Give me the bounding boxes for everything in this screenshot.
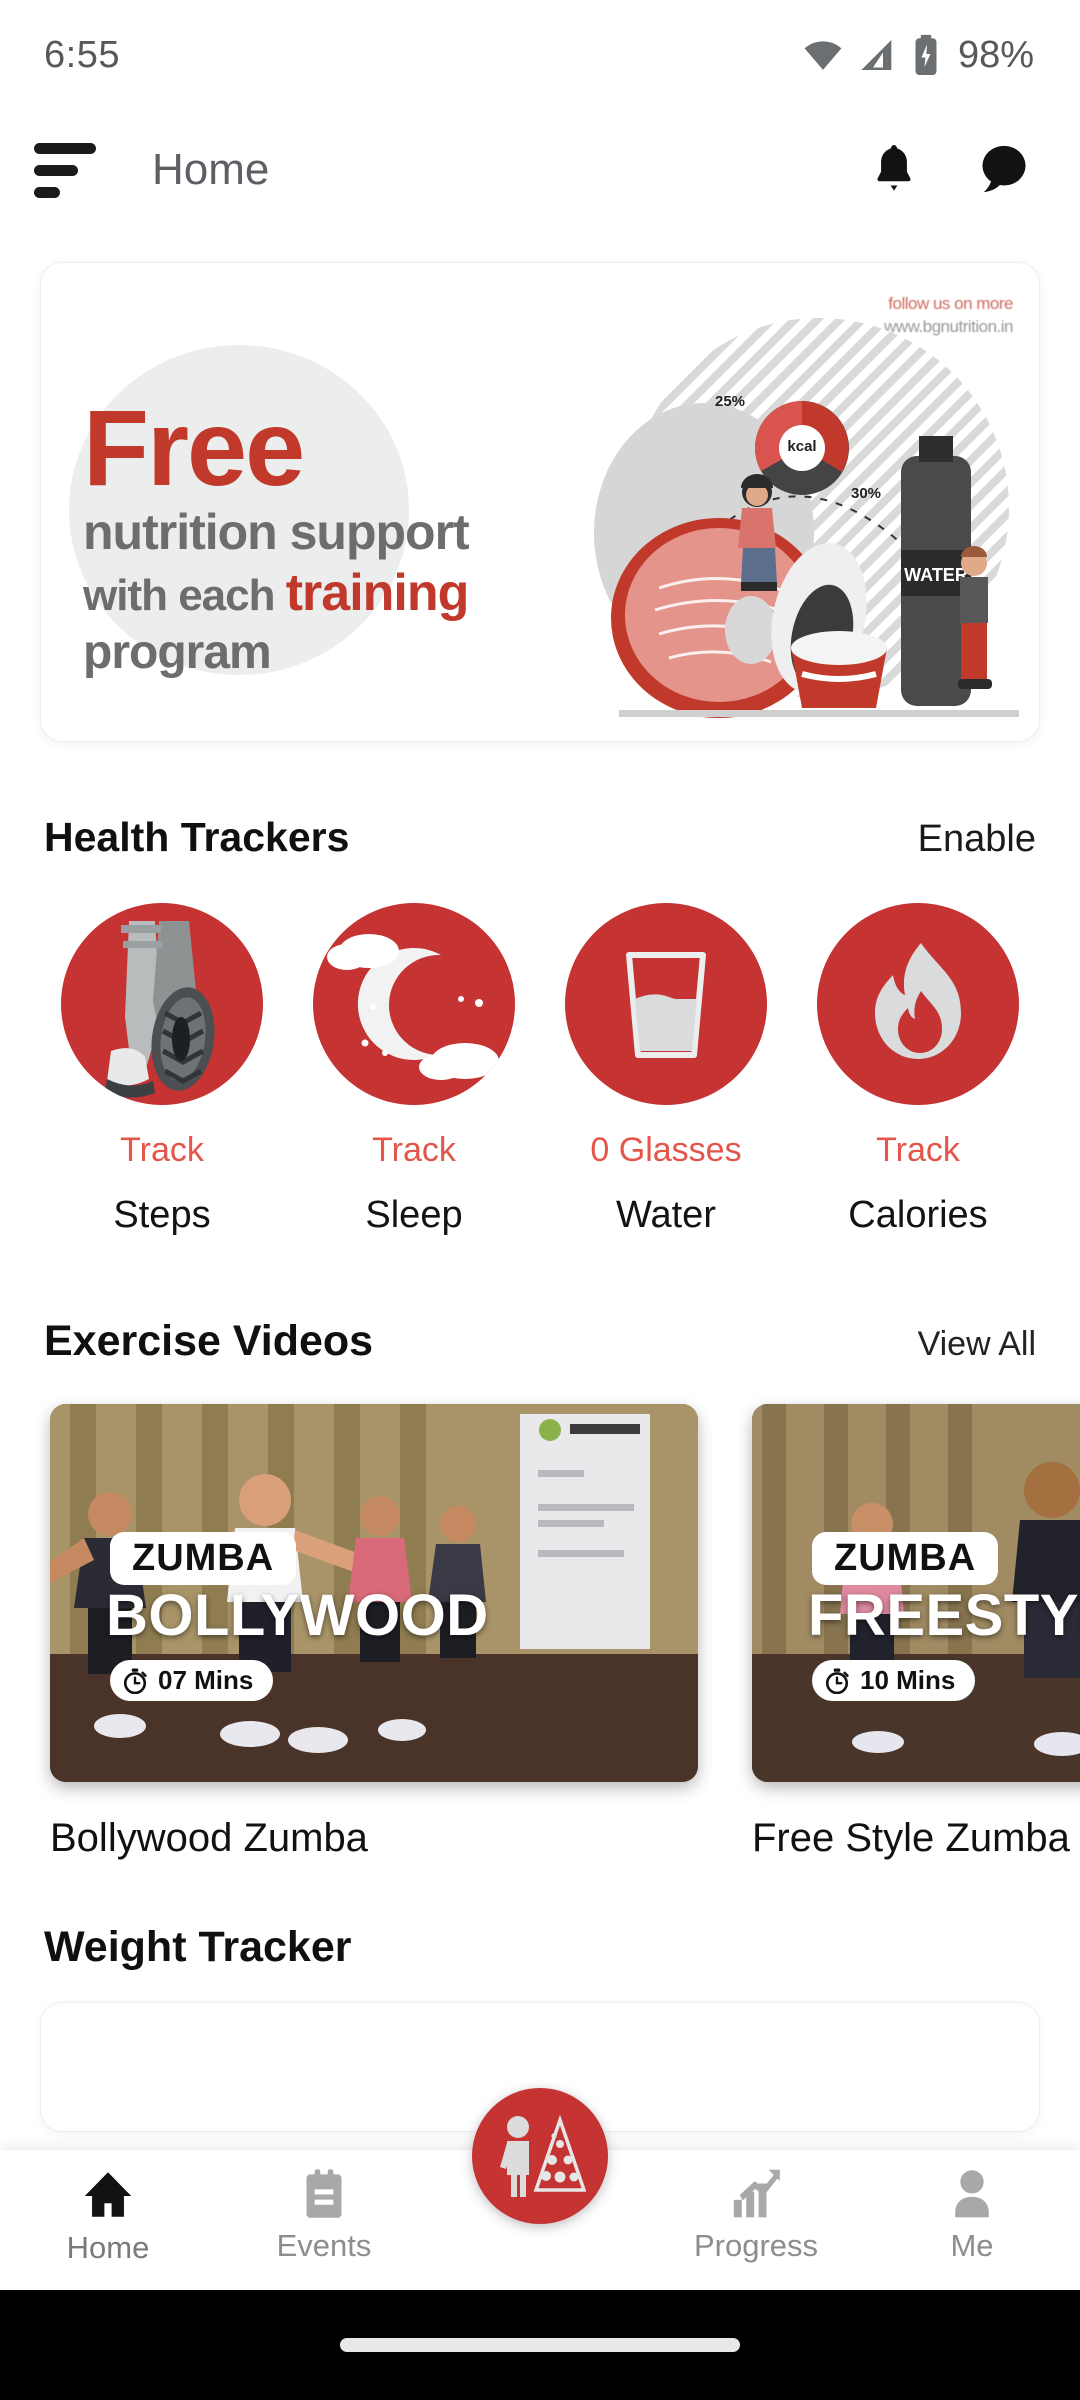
tracker-steps[interactable]: Track Steps — [36, 903, 288, 1237]
water-glass-icon — [565, 903, 767, 1105]
nav-label-progress: Progress — [693, 2228, 819, 2263]
video-thumbnail[interactable]: ZUMBA BOLLYWOOD 07 Mins — [50, 1404, 698, 1782]
video-overlay-title: BOLLYWOOD — [106, 1583, 489, 1648]
banner-line4: program — [83, 626, 272, 680]
tracker-value: Track — [876, 1131, 960, 1169]
video-card-bollywood-zumba[interactable]: ZUMBA BOLLYWOOD 07 Mins Bollywood Zumba — [50, 1404, 698, 1861]
banner-text-block: Free nutrition support with each trainin… — [83, 387, 563, 680]
hamburger-menu-icon[interactable] — [34, 135, 96, 206]
health-trackers-title: Health Trackers — [44, 814, 350, 860]
nutrition-pyramid-icon[interactable] — [472, 2088, 608, 2224]
banner-headline: Free — [83, 387, 305, 508]
nav-item-me[interactable]: Me — [864, 2150, 1080, 2264]
exercise-videos-list: ZUMBA BOLLYWOOD 07 Mins Bollywood Zumba — [0, 1404, 1080, 1861]
page-title: Home — [152, 145, 270, 194]
app-bar: Home — [0, 110, 1080, 230]
video-duration: 07 Mins — [110, 1660, 274, 1701]
promo-banner-container: follow us on more www.bgnutrition.in kca… — [0, 230, 1080, 742]
weight-tracker-header: Weight Tracker — [0, 1923, 1080, 1972]
status-time: 6:55 — [44, 33, 120, 76]
signal-icon — [858, 35, 898, 75]
video-duration: 10 Mins — [812, 1660, 976, 1701]
video-caption: Bollywood Zumba — [50, 1816, 368, 1860]
flame-icon — [817, 903, 1019, 1105]
weight-tracker-title: Weight Tracker — [44, 1923, 352, 1971]
gesture-pill[interactable] — [340, 2338, 740, 2352]
bell-icon[interactable] — [864, 140, 924, 200]
tracker-label: Steps — [113, 1194, 211, 1236]
svg-text:30%: 30% — [851, 485, 881, 502]
wifi-icon — [802, 34, 844, 76]
tracker-value: Track — [372, 1131, 456, 1169]
svg-text:kcal: kcal — [787, 438, 816, 455]
health-trackers-header: Health Trackers Enable — [0, 814, 1080, 861]
tracker-value: 0 Glasses — [590, 1131, 742, 1169]
video-caption: Free Style Zumba — [752, 1816, 1070, 1860]
video-duration-text: 10 Mins — [860, 1665, 956, 1695]
promo-banner[interactable]: follow us on more www.bgnutrition.in kca… — [40, 262, 1040, 742]
nav-item-home[interactable]: Home — [0, 2150, 216, 2266]
nav-label-events: Events — [276, 2228, 372, 2263]
chat-bubble-icon[interactable] — [974, 140, 1034, 200]
svg-text:25%: 25% — [715, 393, 745, 410]
video-badge: ZUMBA — [110, 1532, 297, 1585]
app-bar-actions — [864, 140, 1034, 200]
banner-line2: nutrition support — [83, 504, 470, 561]
video-card-free-style-zumba[interactable]: ZUMBA FREESTYLE 10 Mins Free Style Zumba — [752, 1404, 1080, 1861]
stopwatch-icon — [825, 1668, 849, 1694]
stopwatch-icon — [123, 1668, 147, 1694]
tracker-water[interactable]: 0 Glasses Water — [540, 903, 792, 1237]
tracker-label: Calories — [848, 1194, 988, 1236]
nav-item-events[interactable]: Events — [216, 2150, 432, 2264]
events-icon — [306, 2169, 342, 2218]
view-all-videos-button[interactable]: View All — [918, 1325, 1036, 1364]
status-bar: 6:55 98% — [0, 0, 1080, 110]
video-overlay-title: FREESTYLE — [808, 1583, 1080, 1648]
nav-item-progress[interactable]: Progress — [648, 2150, 864, 2264]
person-icon — [955, 2170, 989, 2218]
crescent-moon-icon — [313, 903, 515, 1105]
exercise-videos-section: Exercise Videos View All ZUMBA BOLLYWOOD… — [0, 1317, 1080, 1861]
battery-charging-icon — [912, 34, 940, 76]
tracker-value: Track — [120, 1131, 204, 1169]
banner-line3-bold: training — [285, 564, 470, 623]
health-trackers-section: Health Trackers Enable Track Steps Track… — [0, 814, 1080, 1237]
banner-line3-prefix: with each — [83, 571, 286, 621]
battery-percent: 98% — [957, 33, 1034, 76]
health-trackers-list: Track Steps Track Sleep 0 Glasses Water … — [0, 903, 1080, 1237]
video-duration-text: 07 Mins — [158, 1665, 254, 1695]
video-thumbnail[interactable]: ZUMBA FREESTYLE 10 Mins — [752, 1404, 1080, 1782]
banner-illustration: kcal 25% 30% WATER — [519, 318, 1039, 738]
tracker-label: Sleep — [365, 1194, 463, 1236]
hamburger-line — [34, 186, 60, 198]
exercise-videos-title: Exercise Videos — [44, 1317, 374, 1365]
enable-trackers-button[interactable]: Enable — [918, 818, 1036, 861]
nav-label-home: Home — [66, 2230, 150, 2265]
hamburger-line — [34, 142, 96, 154]
status-indicators: 98% — [802, 34, 1034, 77]
banner-credit-line1: follow us on more — [888, 294, 1013, 313]
running-legs-icon — [61, 903, 263, 1105]
video-badge: ZUMBA — [812, 1532, 999, 1585]
svg-text:WATER: WATER — [904, 565, 968, 585]
progress-icon — [733, 2169, 780, 2218]
home-icon — [84, 2172, 132, 2217]
system-gesture-bar — [0, 2290, 1080, 2400]
tracker-sleep[interactable]: Track Sleep — [288, 903, 540, 1237]
nav-label-me: Me — [950, 2228, 994, 2263]
tracker-label: Water — [616, 1194, 716, 1236]
banner-line3: with each training — [83, 563, 563, 623]
tracker-calories[interactable]: Track Calories — [792, 903, 1044, 1237]
hamburger-line — [34, 164, 78, 176]
exercise-videos-header: Exercise Videos View All — [0, 1317, 1080, 1366]
